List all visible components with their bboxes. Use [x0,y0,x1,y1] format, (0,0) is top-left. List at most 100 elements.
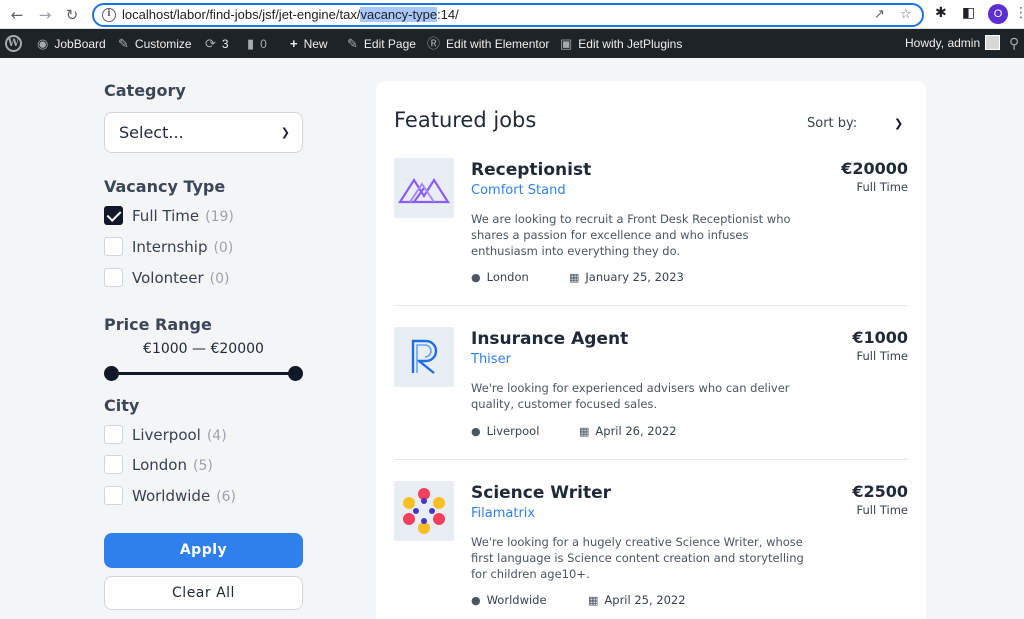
checkbox-count: (19) [205,209,234,225]
adminbar-new[interactable]: + New [290,29,328,58]
job-description: We're looking for experienced advisers w… [471,381,790,411]
job-company[interactable]: Filamatrix [471,506,535,521]
job-title[interactable]: Science Writer [471,483,611,503]
job-divider [394,305,908,306]
url-prefix: localhost/labor/find-jobs/jsf/jet-engine… [122,7,361,22]
vacancy-volonteer[interactable]: Volonteer (0) [104,268,229,290]
comment-icon: ▮ [247,36,255,51]
job-title[interactable]: Receptionist [471,160,591,180]
updates-icon: ⟳ [205,36,216,51]
vacancy-internship[interactable]: Internship (0) [104,237,233,259]
job-date: ▦ April 26, 2022 [579,424,677,438]
star-icon[interactable]: ☆ [900,7,912,22]
reload-icon[interactable]: ↻ [62,5,82,25]
side-panel-icon[interactable]: ◧ [962,5,975,21]
company-logo[interactable] [394,327,454,387]
new-label: New [303,37,328,51]
category-select[interactable]: Select... ❯ [104,112,303,153]
adminbar-updates[interactable]: ⟳ 3 [205,29,229,58]
city-title: City [104,396,140,415]
customize-label: Customize [134,37,192,51]
search-icon[interactable]: ⚲ [1009,29,1019,58]
checkbox[interactable] [104,237,123,256]
category-title: Category [104,81,186,100]
checkbox-label: Volonteer [132,269,204,287]
adminbar-customize[interactable]: ✎ Customize [118,29,192,58]
featured-jobs-title: Featured jobs [394,108,537,132]
checkbox[interactable] [104,486,123,505]
brush-icon: ✎ [118,36,129,51]
job-company[interactable]: Thiser [471,352,511,367]
wordpress-logo-icon[interactable]: W [5,35,22,52]
checkbox-count: (6) [216,489,237,505]
user-avatar [985,35,1001,50]
adminbar-jobboard[interactable]: ◉ JobBoard [37,29,106,58]
elementor-label: Edit with Elementor [446,37,550,51]
adminbar-edit-page[interactable]: ✎ Edit Page [347,29,416,58]
job-description: We are looking to recruit a Front Desk R… [471,212,791,258]
info-icon[interactable]: i [102,8,116,22]
url-suffix: :14/ [437,7,459,22]
checkbox[interactable] [104,268,123,287]
checkbox-label: London [132,456,187,474]
location-text: Liverpool [486,424,540,438]
company-logo[interactable] [394,481,454,541]
dashboard-icon: ◉ [37,36,49,51]
wp-admin-bar: W ◉ JobBoard ✎ Customize ⟳ 3 ▮ 0 + New ✎ Edit … [0,29,1024,58]
address-bar[interactable]: i localhost/labor/find-jobs/jsf/jet-engi… [92,3,924,27]
category-select-value: Select... [119,123,184,142]
calendar-icon: ▦ [579,425,590,438]
sort-by-label[interactable]: Sort by: [807,116,857,131]
city-london[interactable]: London (5) [104,455,213,477]
price-slider-max-handle[interactable] [288,366,303,381]
pencil-icon: ✎ [347,36,358,51]
adminbar-howdy[interactable]: Howdy, admin [905,29,1001,58]
job-date: ▦ January 25, 2023 [569,270,684,284]
vacancy-type-title: Vacancy Type [104,177,226,196]
jobboard-label: JobBoard [54,37,106,51]
url-highlight: vacancy-type [360,7,438,22]
job-type: Full Time [856,180,908,194]
back-arrow-icon[interactable]: ← [7,5,27,25]
location-pin-icon: ● [471,594,481,607]
job-title[interactable]: Insurance Agent [471,329,628,349]
price-slider-min-handle[interactable] [104,366,119,381]
extensions-icon[interactable]: ✱ [935,5,947,21]
checkbox-label: Worldwide [132,487,211,505]
menu-dots-icon[interactable]: ⋮ [1014,5,1024,21]
location-pin-icon: ● [471,271,481,284]
adminbar-comments[interactable]: ▮ 0 [247,29,267,58]
job-company[interactable]: Comfort Stand [471,183,566,198]
url-text[interactable]: localhost/labor/find-jobs/jsf/jet-engine… [122,7,459,23]
job-description: We're looking for a hugely creative Scie… [471,535,804,581]
city-liverpool[interactable]: Liverpool (4) [104,425,227,447]
city-worldwide[interactable]: Worldwide (6) [104,486,236,508]
profile-avatar[interactable]: O [988,4,1008,24]
howdy-label: Howdy, admin [905,36,981,50]
apply-button[interactable]: Apply [104,533,303,568]
location-text: London [486,270,529,284]
checkbox-checked[interactable] [104,206,123,225]
company-logo[interactable] [394,158,454,218]
adminbar-jetplugins[interactable]: ▣ Edit with JetPlugins [560,29,682,58]
adminbar-elementor[interactable]: Ⓡ Edit with Elementor [427,29,549,58]
vacancy-full-time[interactable]: Full Time (19) [104,206,234,228]
calendar-icon: ▦ [569,271,580,284]
sort-chevron-down-icon[interactable]: ❯ [894,117,903,130]
thiser-logo-icon [411,339,438,374]
share-icon[interactable]: ↗ [874,7,885,22]
job-date: ▦ April 25, 2022 [588,593,686,607]
job-location: ● Worldwide [471,593,547,607]
forward-arrow-icon[interactable]: → [35,5,55,25]
price-slider-track[interactable] [111,372,296,375]
checkbox[interactable] [104,455,123,474]
price-range-title: Price Range [104,315,212,334]
location-text: Worldwide [486,593,547,607]
clear-all-button[interactable]: Clear All [104,576,303,610]
checkbox-count: (0) [209,271,230,287]
date-text: April 25, 2022 [604,593,686,607]
comfort-stand-logo-icon [397,177,451,204]
job-type: Full Time [856,503,908,517]
comments-count: 0 [260,37,267,51]
checkbox[interactable] [104,425,123,444]
